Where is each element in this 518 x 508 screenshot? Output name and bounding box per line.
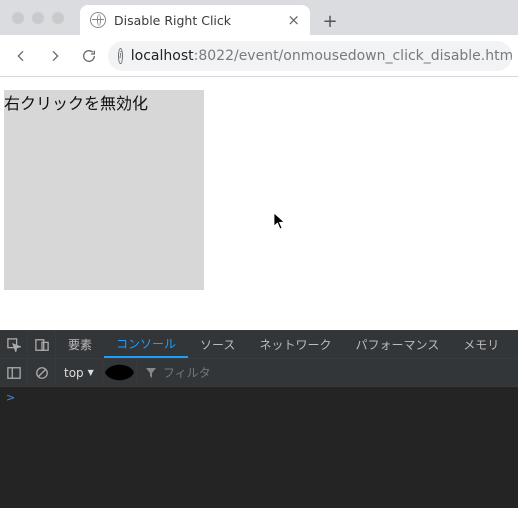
filter-input[interactable] (163, 366, 510, 380)
tab-strip: Disable Right Click × + (0, 0, 518, 35)
url-host: localhost (131, 48, 194, 64)
tab-performance[interactable]: パフォーマンス (343, 331, 451, 358)
arrow-left-icon (13, 48, 29, 64)
back-button[interactable] (6, 41, 36, 71)
maximize-window-icon[interactable] (52, 12, 64, 24)
window-controls (0, 0, 76, 35)
globe-icon (90, 12, 106, 28)
context-selector[interactable]: top ▼ (56, 359, 103, 386)
tab-sources[interactable]: ソース (188, 331, 247, 358)
ban-icon (35, 366, 49, 380)
eye-icon (103, 356, 136, 389)
close-window-icon[interactable] (12, 12, 24, 24)
sidebar-icon (7, 366, 21, 380)
tab-network[interactable]: ネットワーク (247, 331, 343, 358)
filter-container (137, 359, 518, 386)
device-toolbar-button[interactable] (28, 331, 56, 358)
mouse-cursor-icon (273, 212, 287, 234)
close-tab-icon[interactable]: × (287, 13, 300, 28)
url-path: :8022/event/onmousedown_click_disable.ht… (194, 48, 512, 64)
console-output[interactable]: > (0, 387, 518, 508)
tab-title: Disable Right Click (114, 13, 279, 28)
minimize-window-icon[interactable] (32, 12, 44, 24)
box-label: 右クリックを無効化 (4, 90, 204, 114)
site-info-icon[interactable]: i (118, 48, 123, 64)
console-toolbar: top ▼ (0, 359, 518, 387)
devtools-tabbar: 要素 コンソール ソース ネットワーク パフォーマンス メモリ (0, 331, 518, 359)
devices-icon (35, 338, 49, 352)
new-tab-button[interactable]: + (316, 7, 344, 35)
tab-elements[interactable]: 要素 (56, 331, 104, 358)
live-expression-button[interactable] (103, 359, 137, 386)
browser-toolbar: i localhost:8022/event/onmousedown_click… (0, 35, 518, 77)
filter-icon (145, 367, 157, 379)
console-sidebar-toggle[interactable] (0, 359, 28, 387)
inspect-icon (7, 338, 21, 352)
browser-tab[interactable]: Disable Right Click × (80, 5, 310, 35)
devtools-panel: 要素 コンソール ソース ネットワーク パフォーマンス メモリ top ▼ > (0, 330, 518, 508)
reload-icon (81, 48, 97, 64)
plus-icon: + (322, 11, 337, 32)
inspect-element-button[interactable] (0, 331, 28, 358)
arrow-right-icon (47, 48, 63, 64)
tab-console[interactable]: コンソール (104, 331, 188, 358)
address-bar[interactable]: i localhost:8022/event/onmousedown_click… (108, 41, 512, 71)
url-display: localhost:8022/event/onmousedown_click_d… (131, 48, 512, 64)
disable-right-click-box[interactable]: 右クリックを無効化 (4, 90, 204, 290)
clear-console-button[interactable] (28, 359, 56, 387)
console-prompt-icon: > (6, 391, 15, 404)
context-label: top (64, 366, 84, 380)
tab-memory[interactable]: メモリ (451, 331, 511, 358)
forward-button[interactable] (40, 41, 70, 71)
reload-button[interactable] (74, 41, 104, 71)
chevron-down-icon: ▼ (88, 368, 94, 377)
page-viewport[interactable]: 右クリックを無効化 (0, 77, 518, 330)
